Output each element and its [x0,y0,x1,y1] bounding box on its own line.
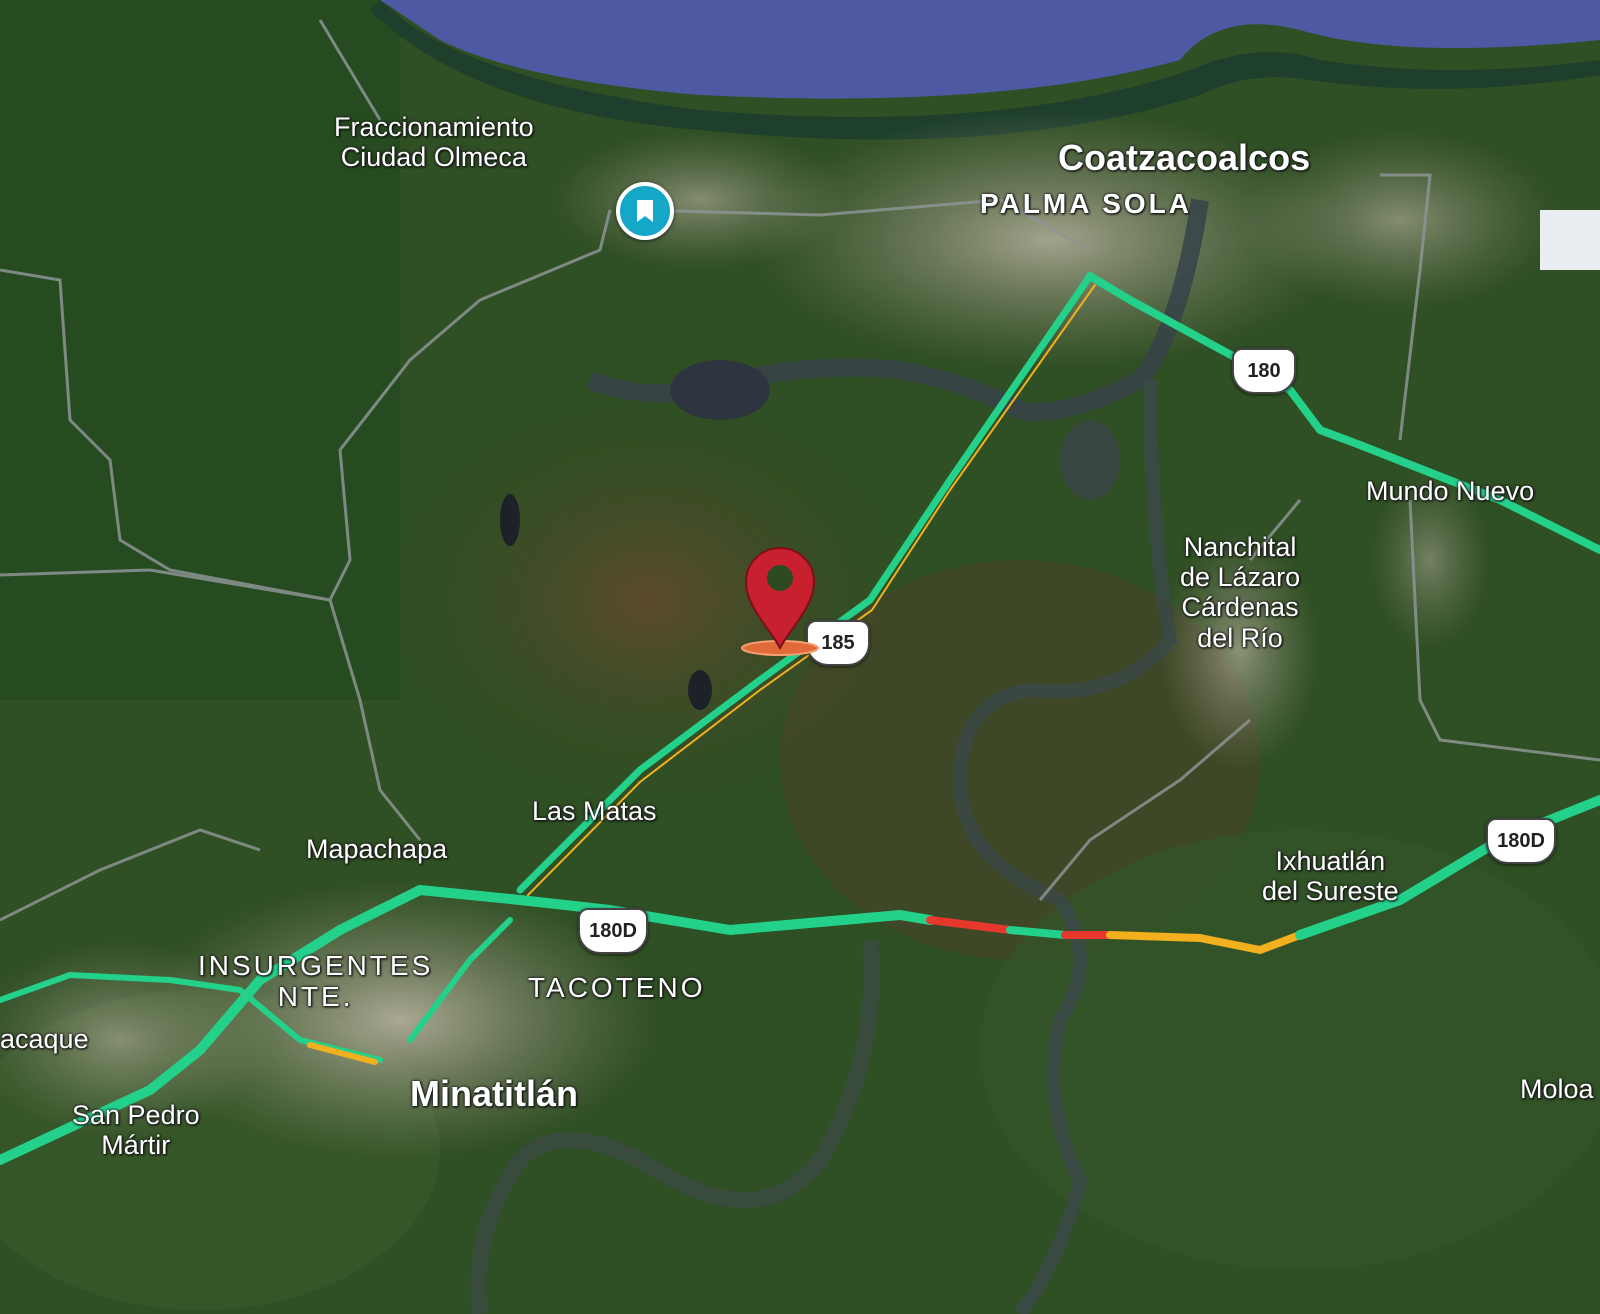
label-insurgentes: INSURGENTES NTE. [198,950,434,1013]
bookmark-marker[interactable] [616,182,674,240]
label-cosoleacaque: acaque [0,1024,89,1054]
route-180d-shield-east: 180D [1486,818,1556,864]
label-ixhuatlan: Ixhuatlán del Sureste [1262,846,1399,907]
route-180d-shield-west: 180D [578,908,648,954]
label-mapachapa: Mapachapa [306,834,448,864]
map-view[interactable]: Fraccionamiento Ciudad Olmeca Coatzacoal… [0,0,1600,1314]
route-180-shield: 180 [1232,348,1296,394]
label-las-matas: Las Matas [532,796,657,826]
label-mundo-nuevo: Mundo Nuevo [1366,476,1535,506]
label-palma-sola: PALMA SOLA [980,188,1192,219]
label-fraccionamiento: Fraccionamiento Ciudad Olmeca [334,112,534,173]
bookmark-icon [637,200,653,222]
label-minatitlan: Minatitlán [410,1073,578,1114]
label-san-pedro-martir: San Pedro Mártir [72,1100,200,1161]
white-building [1540,210,1600,270]
label-nanchital: Nanchital de Lázaro Cárdenas del Río [1180,532,1301,653]
label-coatzacoalcos: Coatzacoalcos [1058,137,1311,178]
label-moloacan: Moloa [1520,1074,1594,1104]
label-tacoteno: TACOTENO [528,972,706,1003]
location-pin-icon[interactable] [738,544,822,658]
